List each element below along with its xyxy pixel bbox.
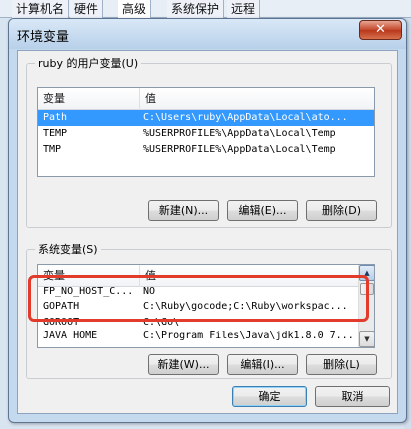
red-annotation-box (28, 275, 369, 322)
user-variables-header: 变量 值 (38, 88, 374, 110)
title-bar[interactable]: 环境变量 ✕ (9, 19, 406, 49)
dialog-client-area: ruby 的用户变量(U) 变量 值 Path C:\Users\ruby\Ap… (17, 50, 398, 414)
background-tab-strip: 计算机名 硬件 高级 系统保护 远程 (0, 0, 411, 18)
user-variables-group-title: ruby 的用户变量(U) (35, 55, 142, 71)
user-variables-list[interactable]: 变量 值 Path C:\Users\ruby\AppData\Local\at… (37, 87, 375, 177)
tab-remote[interactable]: 远程 (227, 0, 261, 18)
dialog-title: 环境变量 (17, 30, 70, 45)
tab-system-protection[interactable]: 系统保护 (167, 0, 225, 18)
ok-button[interactable]: 确定 (232, 386, 307, 407)
system-edit-button[interactable]: 编辑(I)... (227, 354, 298, 375)
tab-hardware[interactable]: 硬件 (70, 0, 104, 18)
system-new-button[interactable]: 新建(W)... (148, 354, 219, 375)
environment-variables-dialog: 环境变量 ✕ ruby 的用户变量(U) 变量 值 Path C:\Users\… (8, 18, 407, 423)
user-var-row-temp[interactable]: TEMP %USERPROFILE%\AppData\Local\Temp (38, 126, 374, 142)
tab-computer-name[interactable]: 计算机名 (12, 0, 70, 18)
system-variables-group-title: 系统变量(S) (35, 241, 101, 257)
close-button[interactable]: ✕ (359, 20, 402, 40)
user-edit-button[interactable]: 编辑(E)... (227, 200, 298, 221)
user-variables-group: ruby 的用户变量(U) 变量 值 Path C:\Users\ruby\Ap… (26, 55, 392, 228)
system-delete-button[interactable]: 删除(L) (306, 354, 377, 375)
var-value: C:\Program Files\Java\jdk1.8.0_7... (143, 331, 354, 340)
user-delete-button[interactable]: 删除(D) (306, 200, 377, 221)
column-header-value[interactable]: 值 (140, 88, 374, 110)
var-value: C:\Users\ruby\AppData\Local\ato... (143, 112, 348, 123)
var-name: TEMP (43, 128, 68, 139)
scroll-down-arrow-icon[interactable]: ▼ (359, 331, 374, 347)
user-var-row-path[interactable]: Path C:\Users\ruby\AppData\Local\ato... (38, 110, 374, 126)
user-new-button[interactable]: 新建(N)... (148, 200, 219, 221)
tab-advanced[interactable]: 高级 (118, 0, 152, 18)
var-name: Path (43, 112, 68, 123)
var-value: %USERPROFILE%\AppData\Local\Temp (143, 144, 336, 155)
var-name: JAVA_HOME (43, 331, 98, 340)
column-header-variable[interactable]: 变量 (38, 88, 140, 110)
cancel-button[interactable]: 取消 (315, 386, 390, 407)
var-value: %USERPROFILE%\AppData\Local\Temp (143, 128, 336, 139)
system-var-row-java-home[interactable]: JAVA_HOME C:\Program Files\Java\jdk1.8.0… (38, 331, 374, 340)
user-var-row-tmp[interactable]: TMP %USERPROFILE%\AppData\Local\Temp (38, 142, 374, 158)
var-name: TMP (43, 144, 62, 155)
